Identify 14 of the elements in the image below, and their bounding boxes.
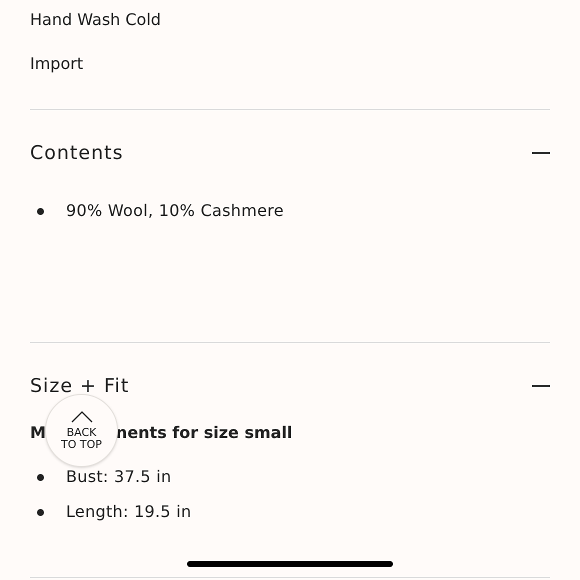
- care-text: Hand Wash Cold: [30, 10, 162, 30]
- bullet-icon: [37, 474, 44, 480]
- bullet-text: 90% Wool, 10% Cashmere: [66, 201, 284, 221]
- care-text: Import: [30, 54, 84, 74]
- measurements-heading: M: [30, 423, 46, 443]
- bullet-text: Length: 19.5 in: [66, 502, 192, 522]
- back-to-top-button[interactable]: BACK TO TOP: [45, 394, 118, 467]
- measurements-heading: nents for size small: [116, 423, 292, 443]
- bullet-icon: [37, 208, 44, 214]
- chevron-up-icon: [70, 410, 92, 422]
- bullet-text: Bust: 37.5 in: [66, 467, 172, 487]
- back-to-top-label: BACK TO TOP: [61, 426, 102, 450]
- bullet-icon: [37, 508, 44, 516]
- section-title: Contents: [30, 141, 124, 165]
